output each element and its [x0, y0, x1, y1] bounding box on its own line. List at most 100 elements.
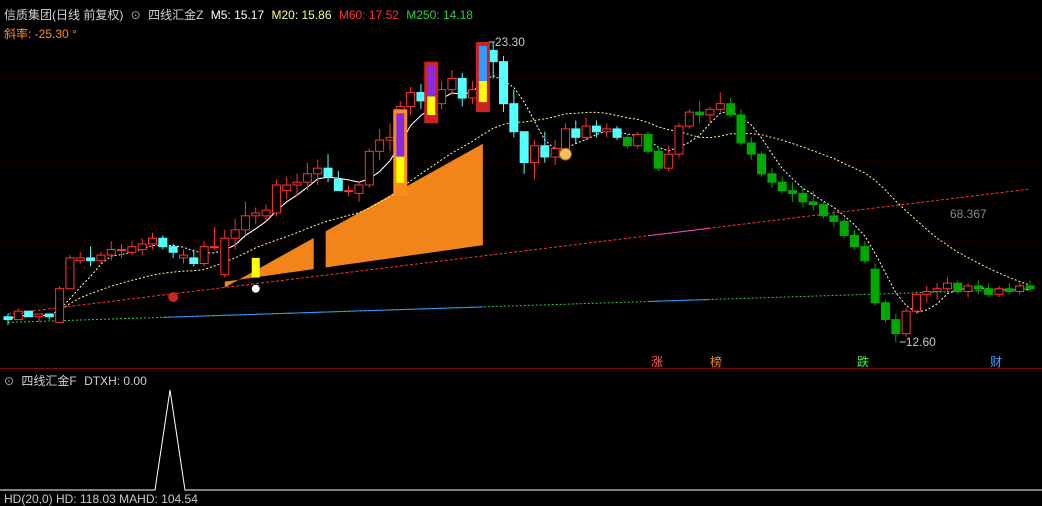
- candle-body: [850, 234, 860, 248]
- candle-body: [323, 167, 333, 178]
- candle-body: [1004, 288, 1014, 293]
- candle-body: [3, 316, 13, 321]
- candle-body: [973, 285, 983, 290]
- candle-body: [684, 111, 694, 127]
- low-price-label: 12.60: [906, 335, 936, 349]
- signal-char: 财: [990, 355, 1002, 368]
- candle-body: [302, 173, 312, 183]
- candle-body: [406, 91, 416, 107]
- signal-box-yellow: [478, 81, 487, 103]
- candle-body: [911, 293, 921, 312]
- candle-body: [550, 148, 560, 158]
- candle-body: [240, 215, 250, 231]
- red-coin-marker: [168, 292, 179, 303]
- candle-body: [292, 181, 302, 186]
- candle-body: [726, 103, 736, 116]
- candle-body: [333, 178, 343, 192]
- collapse-icon[interactable]: ⊙: [131, 8, 141, 22]
- candle-body: [178, 254, 188, 259]
- sub-indicator-chart[interactable]: [0, 368, 1042, 499]
- candle-body: [34, 313, 44, 318]
- candle-body: [963, 285, 973, 293]
- candle-body: [612, 128, 622, 138]
- dtxh-label: DTXH: 0.00: [84, 374, 147, 388]
- ma250-highlight: [162, 306, 483, 318]
- candlestick-chart[interactable]: 23.30 12.60 68.367 涨 榜 跌 财: [0, 0, 1042, 368]
- candle-body: [622, 136, 632, 147]
- candle-body: [705, 108, 715, 116]
- candle-body: [354, 184, 364, 194]
- slope-label: 斜率: -25.30 °: [4, 27, 77, 41]
- main-header: 信质集团(日线 前复权) ⊙ 四线汇金Z M5: 15.17 M20: 15.8…: [4, 6, 477, 23]
- candle-body: [437, 89, 447, 105]
- candle-body: [653, 150, 663, 169]
- candle-body: [261, 209, 271, 217]
- ma5-label: M5: 15.17: [210, 8, 265, 22]
- sub-header: ⊙ 四线汇金F DTXH: 0.00: [4, 372, 151, 389]
- main-chart-panel[interactable]: 23.30 12.60 68.367 涨 榜 跌 财 信质集团(日线 前复权) ⊙ 四线汇金…: [0, 0, 1042, 368]
- candle-body: [96, 254, 106, 262]
- candle-body: [251, 212, 261, 217]
- bottom-cut-text: HD(20,0) HD: 118.03 MAHD: 104.54: [4, 492, 198, 506]
- wedge-gap-bar: [313, 190, 326, 306]
- ma60-label: M60: 17.52: [338, 8, 399, 22]
- indicator-name[interactable]: 四线汇金Z: [148, 8, 203, 22]
- candle-body: [839, 220, 849, 236]
- candle-body: [457, 77, 467, 99]
- candle-body: [106, 248, 116, 256]
- signal-box-yellow: [396, 156, 405, 183]
- candle-body: [953, 282, 963, 293]
- candle-body: [199, 246, 209, 264]
- candle-body: [788, 190, 798, 194]
- signal-small-yellow: [251, 257, 260, 278]
- candle-body: [808, 201, 818, 206]
- candle-body: [364, 150, 374, 186]
- ma60-highlight: [647, 227, 711, 237]
- candle-body: [137, 243, 147, 250]
- candle-body: [127, 246, 137, 253]
- candle-body: [148, 237, 158, 245]
- ma250-label: M250: 14.18: [406, 8, 473, 22]
- candle-body: [643, 134, 653, 152]
- sub-indicator-name[interactable]: 四线汇金F: [21, 374, 76, 388]
- ma20-label: M20: 15.86: [271, 8, 332, 22]
- candle-body: [509, 103, 519, 133]
- candle-body: [189, 257, 199, 264]
- candle-body: [942, 282, 952, 290]
- candle-body: [819, 204, 829, 217]
- candle-body: [798, 192, 808, 203]
- candle-body: [499, 61, 509, 105]
- ma250-highlight-2: [648, 298, 710, 303]
- candle-body: [271, 184, 281, 214]
- signal-char: 跌: [857, 354, 869, 368]
- candle-body: [540, 145, 550, 158]
- candle-body: [209, 246, 219, 249]
- candle-body: [344, 190, 354, 193]
- signal-box-inner: [478, 46, 487, 82]
- candle-body: [468, 89, 478, 99]
- ma-value-label: 68.367: [950, 207, 987, 221]
- candle-body: [75, 257, 85, 262]
- signal-box-inner: [427, 65, 436, 97]
- candle-body: [55, 288, 65, 323]
- stock-title[interactable]: 信质集团(日线 前复权): [4, 8, 123, 22]
- candle-body: [757, 153, 767, 175]
- candle-body: [519, 131, 529, 164]
- candle-body: [736, 114, 746, 144]
- signal-char: 涨: [651, 354, 663, 368]
- candle-body: [767, 173, 777, 183]
- candle-body: [581, 125, 591, 138]
- candle-body: [571, 128, 581, 138]
- candle-body: [602, 128, 612, 133]
- candle-body: [922, 291, 932, 295]
- sub-chart-panel[interactable]: ⊙ 四线汇金F DTXH: 0.00 HD(20,0) HD: 118.03 M…: [0, 368, 1042, 506]
- candle-body: [168, 246, 178, 253]
- candle-body: [488, 49, 498, 63]
- collapse-icon-sub[interactable]: ⊙: [4, 374, 14, 388]
- candle-body: [591, 125, 601, 133]
- candle-body: [560, 128, 570, 150]
- candle-body: [447, 77, 457, 91]
- candle-body: [220, 237, 230, 276]
- high-price-label: 23.30: [495, 35, 525, 49]
- candle-body: [674, 125, 684, 155]
